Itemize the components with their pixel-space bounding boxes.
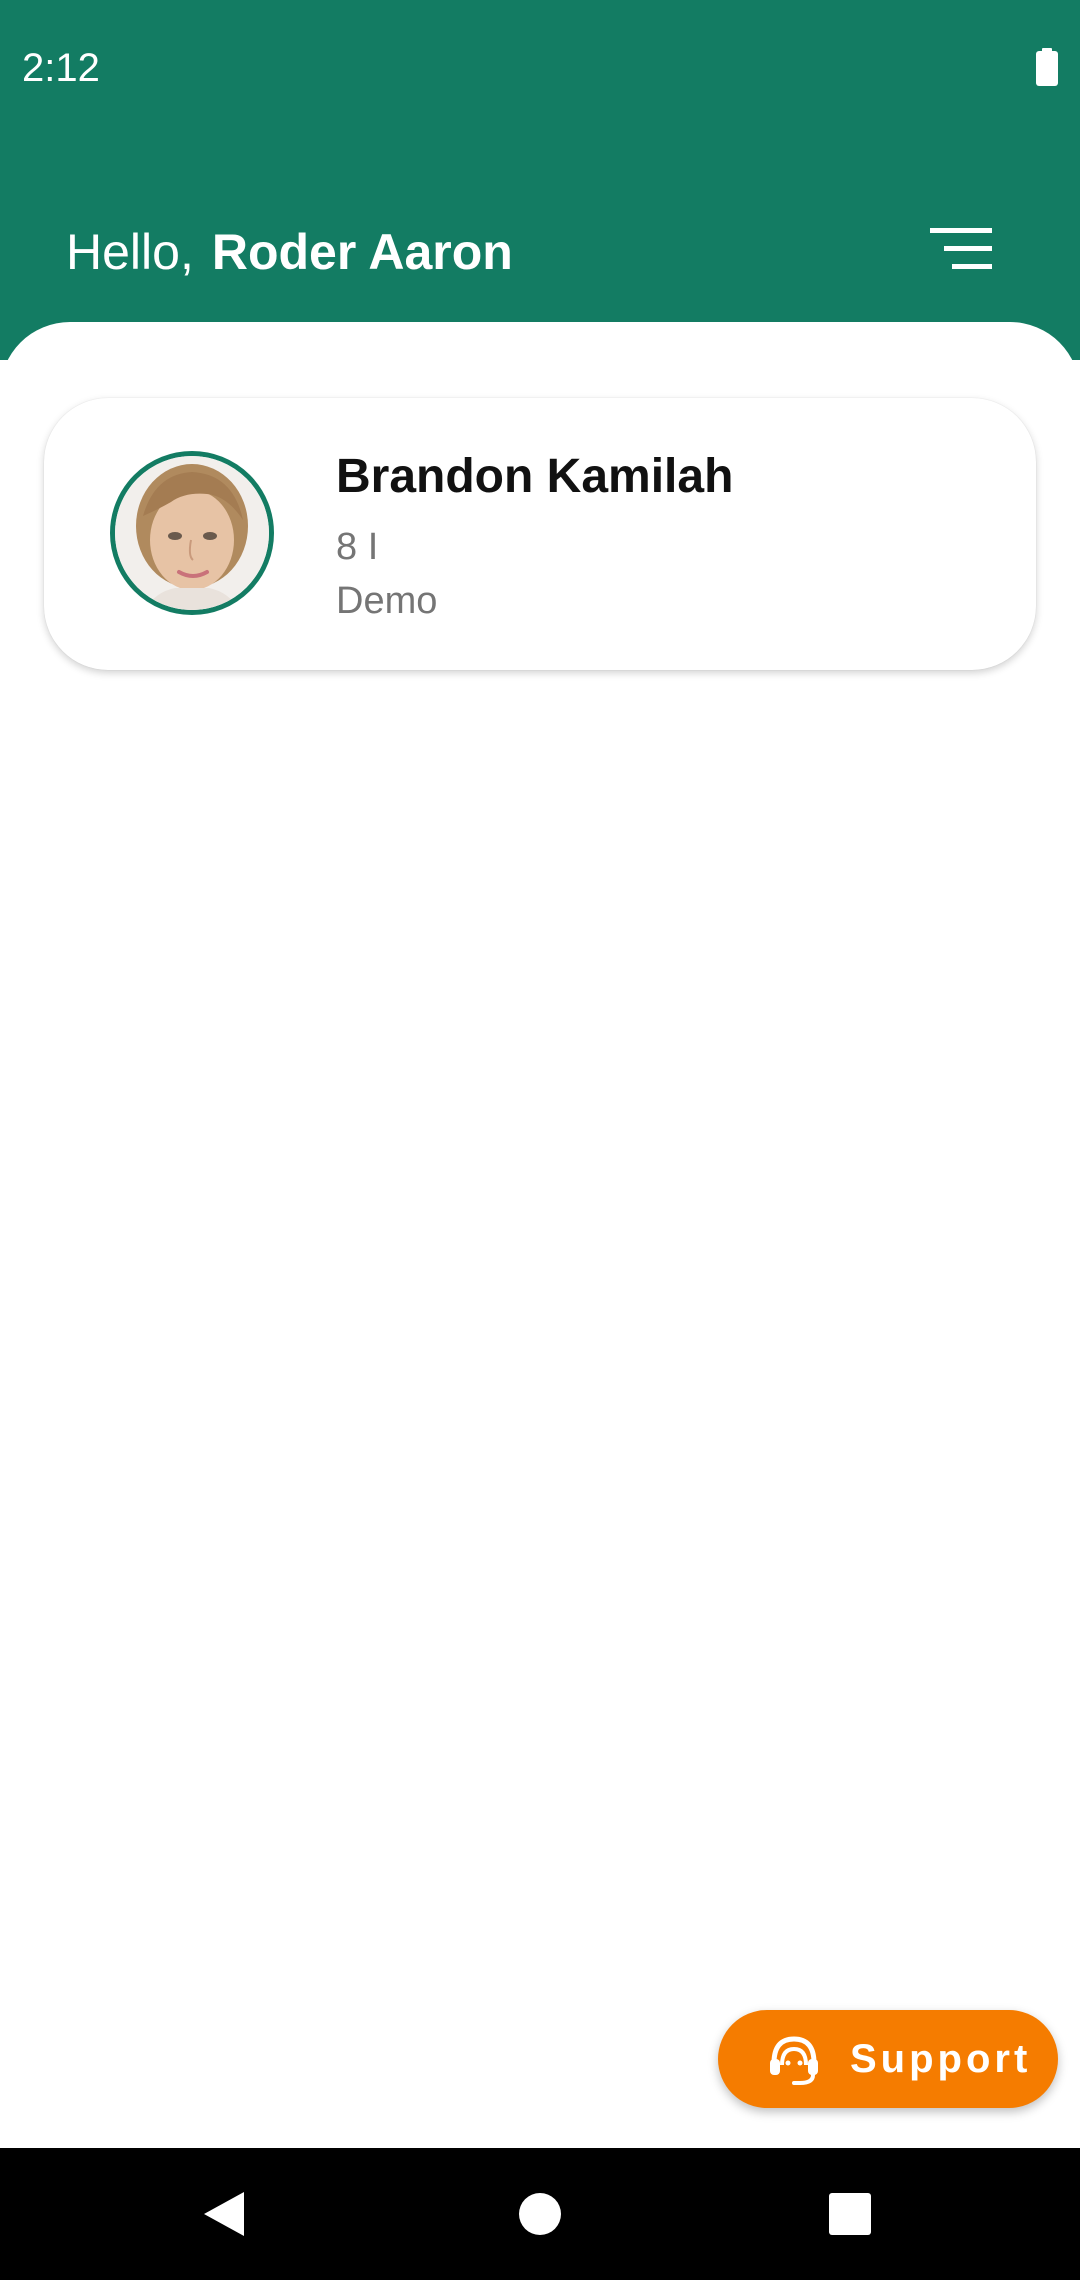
student-class: 8 I bbox=[336, 526, 379, 568]
system-nav-bar bbox=[0, 2148, 1080, 2280]
home-circle-icon[interactable] bbox=[508, 2182, 572, 2246]
support-label: Support bbox=[850, 2036, 1032, 2081]
greeting-user-name: Roder Aaron bbox=[211, 224, 513, 280]
student-card[interactable]: Brandon Kamilah 8 I Demo bbox=[44, 398, 1036, 670]
recents-square-icon[interactable] bbox=[818, 2182, 882, 2246]
greeting-hello: Hello, bbox=[66, 224, 194, 280]
battery-full-icon bbox=[1036, 48, 1058, 86]
greeting: Hello, Roder Aaron bbox=[66, 222, 513, 282]
header-bar: 2:12 Hello, Roder Aaron bbox=[0, 0, 1080, 360]
headset-icon bbox=[770, 2036, 818, 2085]
menu-icon[interactable] bbox=[930, 228, 1000, 274]
child-portrait-image bbox=[115, 456, 269, 610]
student-avatar bbox=[110, 451, 274, 615]
status-time: 2:12 bbox=[22, 46, 100, 90]
student-school: Demo bbox=[336, 580, 438, 622]
support-button[interactable]: Support bbox=[718, 2010, 1058, 2108]
back-triangle-icon[interactable] bbox=[192, 2182, 256, 2246]
app-screen: 2:12 Hello, Roder Aaron Brandon Kamilah … bbox=[0, 0, 1080, 2280]
student-name: Brandon Kamilah bbox=[336, 450, 734, 503]
